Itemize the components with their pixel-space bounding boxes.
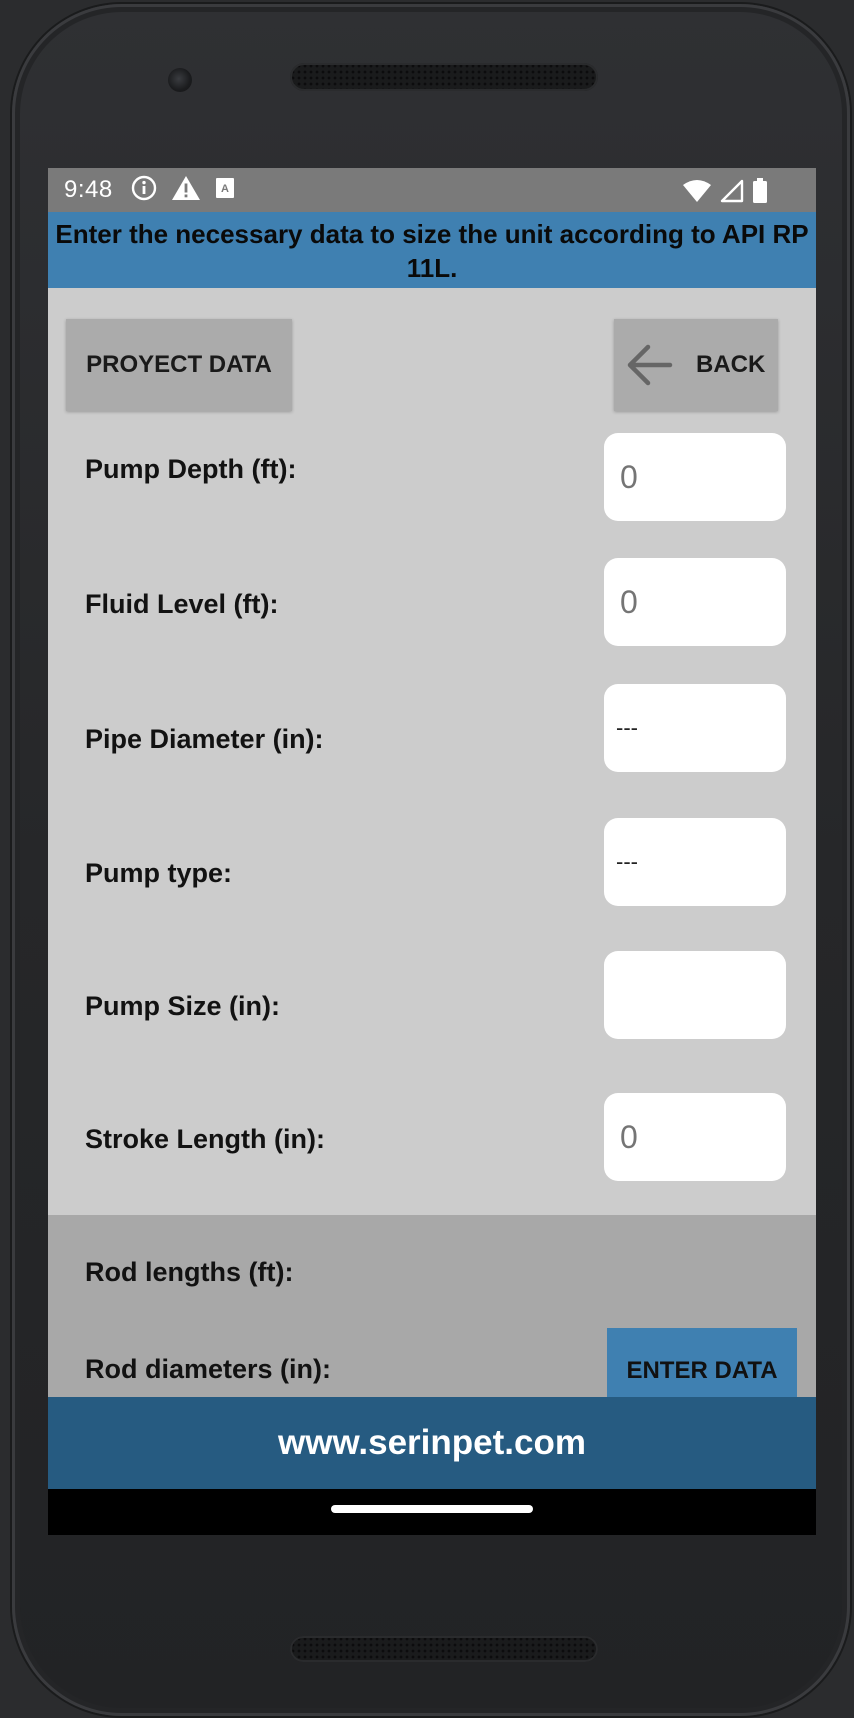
back-button[interactable]: BACK	[614, 319, 778, 411]
pump-depth-label: Pump Depth (ft):	[85, 454, 297, 484]
status-time: 9:48	[64, 176, 113, 203]
pump-type-label: Pump type:	[85, 858, 233, 888]
warning-icon	[171, 175, 201, 206]
footer-link[interactable]: www.serinpet.com	[48, 1397, 816, 1489]
back-button-label: BACK	[696, 351, 766, 378]
page-header: Enter the necessary data to size the uni…	[48, 212, 816, 288]
signal-icon	[720, 179, 744, 208]
stroke-length-label: Stroke Length (in):	[85, 1124, 325, 1154]
pump-size-select[interactable]	[604, 951, 786, 1039]
pump-type-select[interactable]: ---	[604, 818, 786, 906]
bottom-speaker	[290, 1636, 598, 1662]
front-camera	[168, 68, 192, 92]
svg-text:A: A	[221, 183, 229, 195]
status-bar: 9:48 A	[48, 168, 816, 212]
battery-icon	[752, 178, 768, 209]
pump-size-label: Pump Size (in):	[85, 991, 280, 1021]
wifi-icon	[682, 179, 712, 208]
pipe-diameter-label: Pipe Diameter (in):	[85, 724, 324, 754]
fluid-level-input[interactable]	[604, 558, 786, 646]
pipe-diameter-select[interactable]: ---	[604, 684, 786, 772]
rod-lengths-label: Rod lengths (ft):	[85, 1257, 294, 1287]
back-arrow-icon	[624, 340, 674, 390]
rod-diameters-label: Rod diameters (in):	[85, 1354, 332, 1384]
home-gesture-handle[interactable]	[331, 1505, 533, 1513]
navigation-bar	[48, 1489, 816, 1535]
stroke-length-input[interactable]	[604, 1093, 786, 1181]
pump-depth-input[interactable]	[604, 433, 786, 521]
project-data-button[interactable]: PROYECT DATA	[66, 319, 292, 411]
app-screen: 9:48 A Enter the necessary data to size …	[48, 168, 816, 1535]
info-icon	[131, 175, 157, 206]
enter-data-button[interactable]: ENTER DATA	[607, 1328, 797, 1408]
earpiece-speaker	[290, 63, 598, 91]
keyboard-a-icon: A	[215, 177, 235, 204]
fluid-level-label: Fluid Level (ft):	[85, 589, 279, 619]
